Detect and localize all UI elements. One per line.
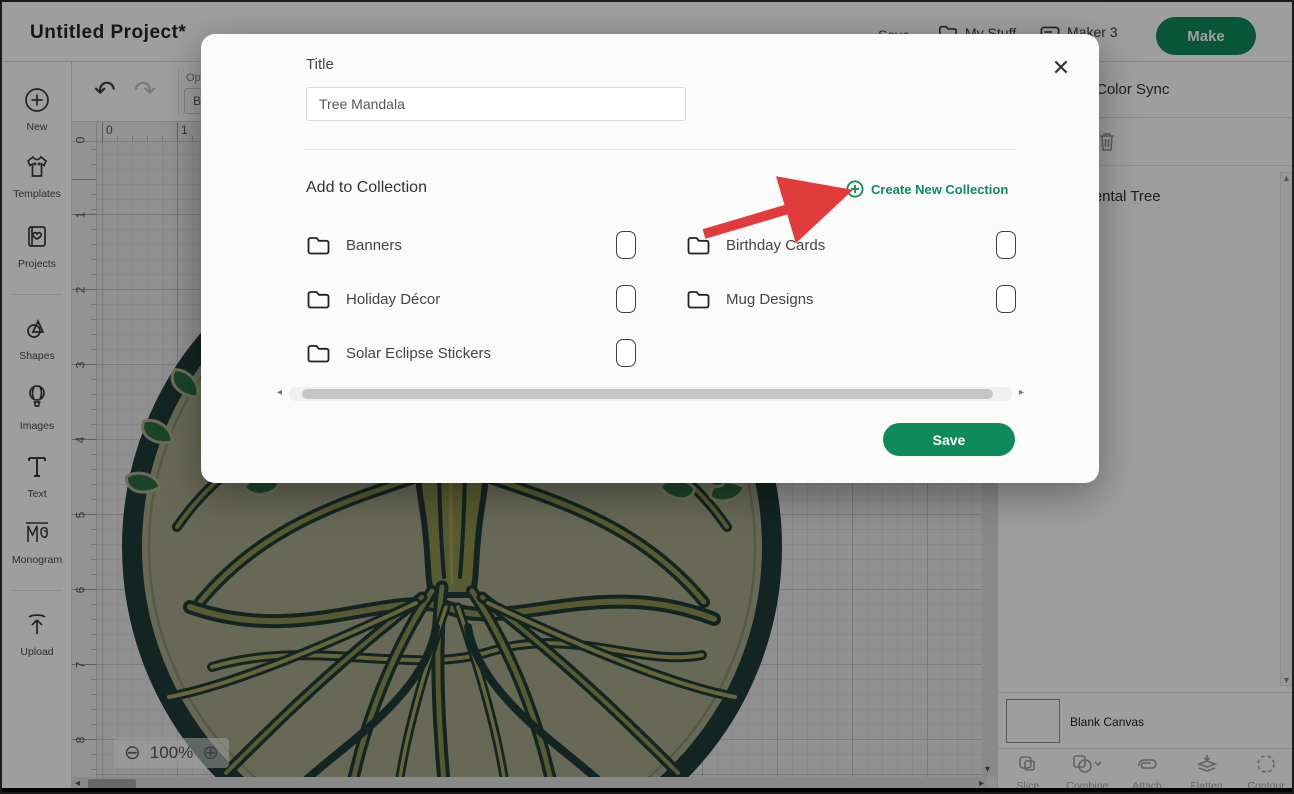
- collections-list: Banners Birthday Cards Holiday Décor Mug…: [306, 230, 1076, 368]
- folder-icon: [306, 235, 331, 256]
- collection-name: Mug Designs: [726, 291, 814, 308]
- collection-row[interactable]: Birthday Cards: [686, 230, 1066, 260]
- folder-icon: [306, 289, 331, 310]
- collection-row[interactable]: Solar Eclipse Stickers: [306, 338, 686, 368]
- folder-icon: [306, 343, 331, 364]
- section-divider: [305, 149, 1015, 150]
- folder-icon: [686, 289, 711, 310]
- folder-icon: [686, 235, 711, 256]
- collection-checkbox[interactable]: [616, 339, 636, 367]
- save-project-dialog: Title ✕ Add to Collection Create New Col…: [201, 34, 1099, 483]
- collection-row[interactable]: Mug Designs: [686, 284, 1066, 314]
- scroll-left-icon[interactable]: ◂: [277, 387, 282, 398]
- create-new-collection-label: Create New Collection: [871, 182, 1008, 197]
- app-window: 0 1 0 1 2 3 4 5 6 7 8 ⊖ 100% ⊕ ◂ ▸ ▾ ↶ ↷…: [0, 0, 1294, 794]
- scrollbar-thumb[interactable]: [302, 389, 993, 399]
- title-input[interactable]: [306, 87, 686, 121]
- collections-horizontal-scrollbar[interactable]: ◂ ▸: [289, 387, 1012, 401]
- window-bottom-edge: [2, 788, 1292, 792]
- close-button[interactable]: ✕: [1049, 56, 1073, 80]
- collection-checkbox[interactable]: [616, 285, 636, 313]
- create-new-collection-button[interactable]: Create New Collection: [846, 180, 1008, 198]
- scroll-right-icon[interactable]: ▸: [1019, 387, 1024, 398]
- collection-checkbox[interactable]: [616, 231, 636, 259]
- collection-row[interactable]: Banners: [306, 230, 686, 260]
- collection-name: Solar Eclipse Stickers: [346, 345, 491, 362]
- collection-name: Banners: [346, 237, 402, 254]
- plus-circle-icon: [846, 180, 864, 198]
- collection-row[interactable]: Holiday Décor: [306, 284, 686, 314]
- collection-checkbox[interactable]: [996, 231, 1016, 259]
- add-to-collection-heading: Add to Collection: [306, 179, 427, 197]
- save-button[interactable]: Save: [883, 423, 1015, 456]
- collection-name: Holiday Décor: [346, 291, 440, 308]
- collection-name: Birthday Cards: [726, 237, 825, 254]
- title-field-label: Title: [306, 56, 334, 73]
- collection-checkbox[interactable]: [996, 285, 1016, 313]
